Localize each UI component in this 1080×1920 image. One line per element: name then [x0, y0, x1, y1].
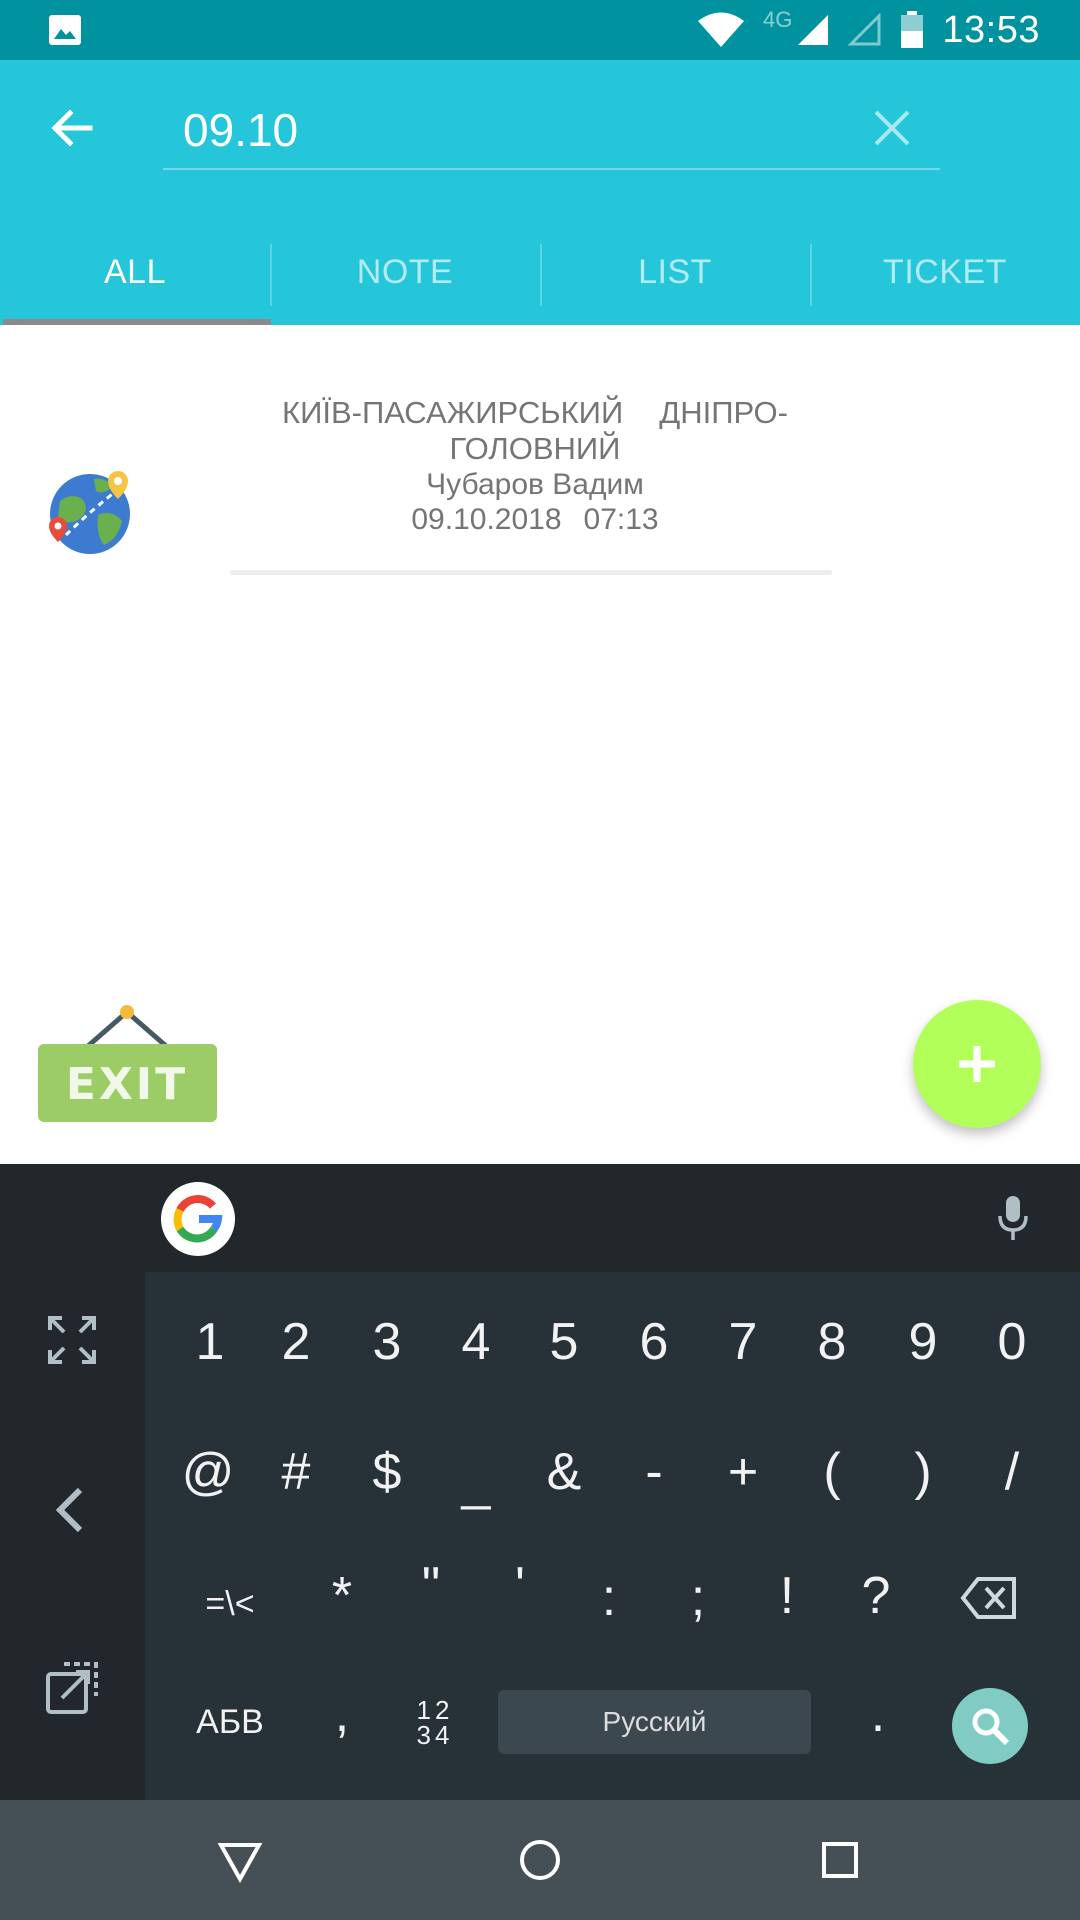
- network-type-label: 4G: [763, 7, 793, 32]
- search-field: [163, 88, 940, 170]
- departure-datetime: 09.10.2018 07:13: [200, 502, 870, 537]
- key-2[interactable]: 2: [256, 1312, 336, 1372]
- exit-label: EXIT: [66, 1059, 188, 1110]
- route: КИЇВ-ПАСАЖИРСЬКИЙ ДНІПРО-ГОЛОВНИЙ: [200, 395, 870, 467]
- microphone-icon[interactable]: [995, 1194, 1031, 1242]
- keyboard-search-button[interactable]: [952, 1688, 1028, 1764]
- wifi-icon: [698, 12, 745, 47]
- tab-note[interactable]: NOTE: [270, 220, 540, 325]
- key-7[interactable]: 7: [703, 1312, 783, 1372]
- key-dollar[interactable]: $: [347, 1442, 427, 1502]
- key-at[interactable]: @: [168, 1442, 248, 1502]
- add-button[interactable]: [913, 1000, 1041, 1128]
- departure-time: 07:13: [583, 503, 659, 536]
- soft-keyboard: 1 2 3 4 5 6 7 8 9 0 @ # $ _ & - + ( ) / …: [0, 1164, 1080, 1800]
- key-6[interactable]: 6: [614, 1312, 694, 1372]
- chevron-left-icon[interactable]: [42, 1480, 102, 1540]
- back-arrow-icon[interactable]: [44, 100, 100, 156]
- key-open-paren[interactable]: (: [792, 1442, 872, 1502]
- key-hash[interactable]: #: [256, 1442, 336, 1502]
- back-nav-icon[interactable]: [215, 1835, 265, 1885]
- clear-search-icon[interactable]: [868, 104, 916, 152]
- floating-keyboard-icon[interactable]: [42, 1658, 102, 1718]
- key-comma[interactable]: ,: [302, 1684, 382, 1744]
- key-question[interactable]: ?: [836, 1566, 916, 1626]
- number-pad-switch-key[interactable]: 12 34: [410, 1697, 460, 1748]
- key-4[interactable]: 4: [436, 1312, 516, 1372]
- key-0[interactable]: 0: [972, 1312, 1052, 1372]
- key-1[interactable]: 1: [170, 1312, 250, 1372]
- status-bar: 4G 13:53: [0, 0, 1080, 60]
- key-colon[interactable]: :: [569, 1568, 649, 1628]
- key-3[interactable]: 3: [347, 1312, 427, 1372]
- key-more-symbols[interactable]: =\<: [190, 1574, 270, 1634]
- key-slash[interactable]: /: [972, 1442, 1052, 1502]
- navigation-bar: [0, 1800, 1080, 1920]
- passenger-name: Чубаров Вадим: [426, 468, 644, 501]
- battery-icon: [901, 11, 924, 48]
- key-double-quote[interactable]: ": [391, 1556, 471, 1616]
- image-notification-icon: [49, 15, 81, 45]
- recents-nav-icon[interactable]: [815, 1835, 865, 1885]
- tab-bar: ALL NOTE LIST TICKET: [0, 220, 1080, 325]
- list-divider: [230, 570, 832, 575]
- key-minus[interactable]: -: [614, 1442, 694, 1502]
- key-exclamation[interactable]: !: [747, 1566, 827, 1626]
- fullscreen-icon[interactable]: [42, 1310, 102, 1370]
- key-plus[interactable]: +: [703, 1442, 783, 1502]
- search-input[interactable]: [183, 104, 823, 156]
- alphabet-switch-key[interactable]: АБВ: [190, 1692, 270, 1752]
- departure-date: 09.10.2018: [411, 503, 562, 536]
- signal-empty-icon: [848, 13, 881, 46]
- home-nav-icon[interactable]: [515, 1835, 565, 1885]
- key-close-paren[interactable]: ): [883, 1442, 963, 1502]
- key-asterisk[interactable]: *: [302, 1566, 382, 1626]
- exit-button[interactable]: EXIT: [36, 1002, 219, 1124]
- ticket-summary: КИЇВ-ПАСАЖИРСЬКИЙ ДНІПРО-ГОЛОВНИЙ Чубаров…: [200, 395, 870, 537]
- clock: 13:53: [942, 8, 1040, 51]
- departure-station: КИЇВ-ПАСАЖИРСЬКИЙ: [282, 395, 624, 430]
- list-item[interactable]: КИЇВ-ПАСАЖИРСЬКИЙ ДНІПРО-ГОЛОВНИЙ Чубаров…: [0, 325, 1080, 575]
- signal-icon: [798, 15, 829, 45]
- app-bar: ALL NOTE LIST TICKET: [0, 60, 1080, 325]
- key-8[interactable]: 8: [792, 1312, 872, 1372]
- tab-list[interactable]: LIST: [540, 220, 810, 325]
- key-ampersand[interactable]: &: [524, 1442, 604, 1502]
- key-9[interactable]: 9: [883, 1312, 963, 1372]
- google-icon[interactable]: [161, 1182, 235, 1256]
- key-semicolon[interactable]: ;: [658, 1568, 738, 1628]
- tab-ticket[interactable]: TICKET: [810, 220, 1080, 325]
- key-underscore[interactable]: _: [436, 1452, 516, 1512]
- globe-route-icon: [49, 471, 130, 554]
- key-period[interactable]: .: [838, 1684, 918, 1744]
- spacebar[interactable]: Русский: [498, 1690, 811, 1754]
- tab-all[interactable]: ALL: [0, 220, 270, 325]
- key-5[interactable]: 5: [524, 1312, 604, 1372]
- key-single-quote[interactable]: ': [480, 1556, 560, 1616]
- plus-icon: [959, 1046, 995, 1082]
- search-icon: [972, 1708, 1010, 1746]
- backspace-icon[interactable]: [960, 1576, 1018, 1620]
